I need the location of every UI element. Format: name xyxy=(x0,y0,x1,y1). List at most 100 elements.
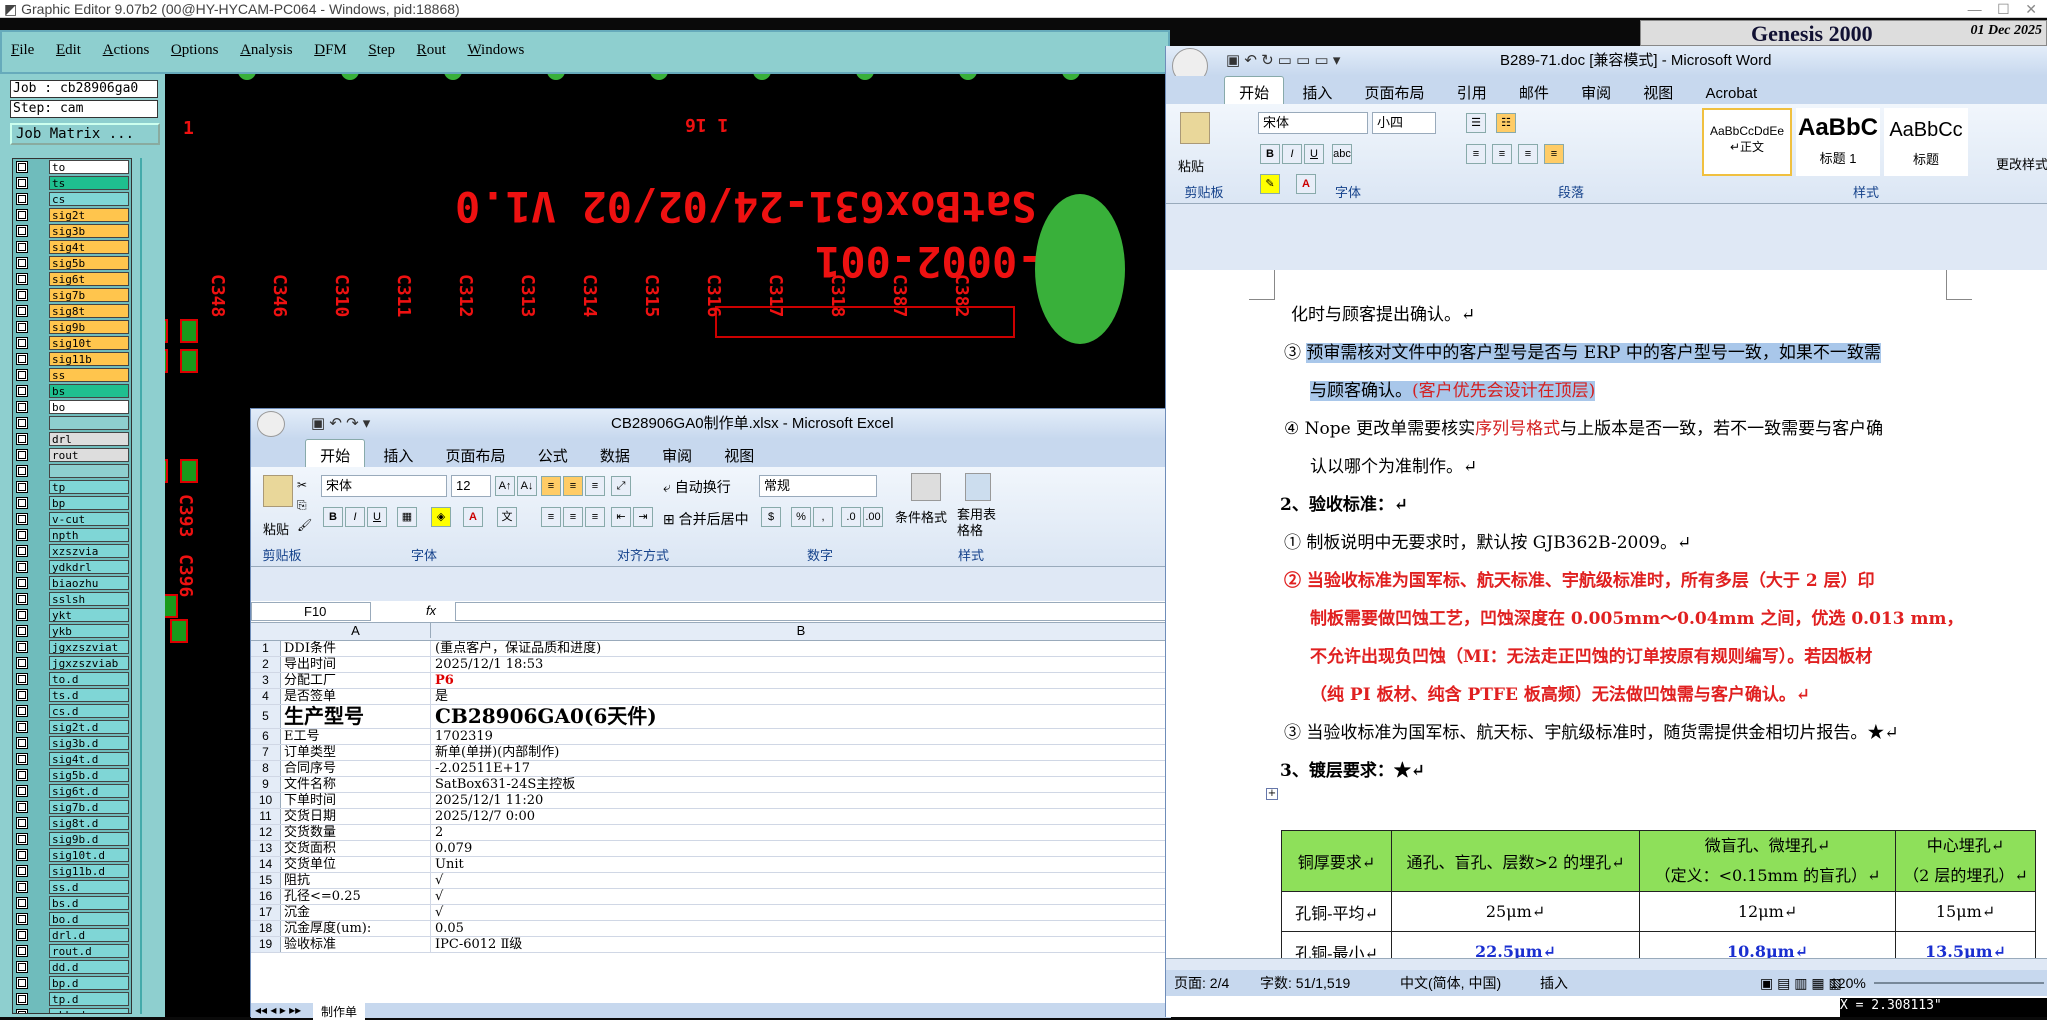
layer-row[interactable]: to xyxy=(13,159,131,175)
cell-a[interactable]: 交货单位 xyxy=(281,857,431,872)
cell-b[interactable]: √ xyxy=(431,873,1171,888)
layer-name[interactable]: ykb xyxy=(49,624,129,638)
cell-b[interactable]: Unit xyxy=(431,857,1171,872)
layer-row[interactable]: drl.d xyxy=(13,927,131,943)
table-row[interactable]: 2 导出时间 2025/12/1 18:53 xyxy=(251,657,1171,673)
cell-a[interactable]: 沉金 xyxy=(281,905,431,920)
phonetic-icon[interactable]: 文 xyxy=(497,507,517,527)
layer-row[interactable]: jgxzszviat xyxy=(13,639,131,655)
layer-checkbox[interactable] xyxy=(16,465,28,477)
layer-name[interactable]: ydkdrl xyxy=(49,560,129,574)
layer-checkbox[interactable] xyxy=(16,881,28,893)
font-color-icon[interactable]: A xyxy=(463,507,483,527)
layer-checkbox[interactable] xyxy=(16,993,28,1005)
table-move-handle[interactable]: + xyxy=(1266,788,1278,800)
layer-checkbox[interactable] xyxy=(16,961,28,973)
layer-name[interactable]: sig5b.d xyxy=(49,768,129,782)
row-number[interactable]: 3 xyxy=(251,673,281,688)
layer-name[interactable]: sig3b.d xyxy=(49,736,129,750)
number-format-select[interactable]: 常规 xyxy=(759,475,877,497)
layer-checkbox[interactable] xyxy=(16,609,28,621)
layer-name[interactable]: drl.d xyxy=(49,928,129,942)
row-number[interactable]: 4 xyxy=(251,689,281,704)
layer-row[interactable]: dd.d xyxy=(13,959,131,975)
format-table-label[interactable]: 套用表格格 xyxy=(957,507,997,539)
paste-label[interactable]: 粘贴 xyxy=(1178,156,1204,175)
merge-center-button[interactable]: ⊞ 合并后居中 xyxy=(663,509,749,529)
layer-row[interactable]: sslsh xyxy=(13,591,131,607)
quick-access-icons[interactable]: ▣ ↶ ↷ ▾ xyxy=(311,409,370,439)
layer-name[interactable]: ss xyxy=(49,368,129,382)
fill-color-icon[interactable]: ◈ xyxy=(431,507,451,527)
layer-name[interactable]: sslsh xyxy=(49,592,129,606)
font-name-select[interactable]: 宋体 xyxy=(1258,112,1368,134)
layer-name[interactable]: sig10t xyxy=(49,336,129,350)
layer-row[interactable] xyxy=(13,463,131,479)
row-number[interactable]: 11 xyxy=(251,809,281,824)
cell-a[interactable]: 阻抗 xyxy=(281,873,431,888)
layer-checkbox[interactable] xyxy=(16,625,28,637)
layer-name[interactable]: sig4t xyxy=(49,240,129,254)
table-row[interactable]: 13 交货面积 0.079 xyxy=(251,841,1171,857)
row-number[interactable]: 8 xyxy=(251,761,281,776)
layer-row[interactable]: xzszvia xyxy=(13,543,131,559)
row-number[interactable]: 5 xyxy=(251,705,281,728)
table-row[interactable]: 18 沉金厚度(um): 0.05 xyxy=(251,921,1171,937)
cell-b[interactable]: √ xyxy=(431,889,1171,904)
menu-dfm[interactable]: DFM xyxy=(305,32,356,59)
layer-checkbox[interactable] xyxy=(16,737,28,749)
layer-checkbox[interactable] xyxy=(16,577,28,589)
row-number[interactable]: 12 xyxy=(251,825,281,840)
layer-row[interactable]: rout xyxy=(13,447,131,463)
layer-name[interactable]: tp.d xyxy=(49,992,129,1006)
table-row[interactable]: 16 孔径<=0.25 √ xyxy=(251,889,1171,905)
layer-name[interactable]: ss.d xyxy=(49,880,129,894)
layer-name[interactable]: cs xyxy=(49,192,129,206)
comma-icon[interactable]: , xyxy=(813,507,833,527)
layer-checkbox[interactable] xyxy=(16,449,28,461)
layer-name[interactable]: bp xyxy=(49,496,129,510)
layer-name[interactable]: sig7b xyxy=(49,288,129,302)
menu-actions[interactable]: Actions xyxy=(94,32,159,59)
layer-name[interactable]: rout.d xyxy=(49,944,129,958)
menu-rout[interactable]: Rout xyxy=(408,32,455,59)
layer-row[interactable]: ydkdrl xyxy=(13,559,131,575)
row-number[interactable]: 10 xyxy=(251,793,281,808)
layer-name[interactable]: sig4t.d xyxy=(49,752,129,766)
table-row[interactable]: 19 验收标准 IPC-6012 Ⅱ级 xyxy=(251,937,1171,953)
layer-checkbox[interactable] xyxy=(16,337,28,349)
align-middle-icon[interactable]: ≡ xyxy=(563,476,583,496)
layer-checkbox[interactable] xyxy=(16,785,28,797)
layer-row[interactable]: rout.d xyxy=(13,943,131,959)
status-page[interactable]: 页面: 2/4 xyxy=(1174,970,1229,996)
layer-row[interactable]: sig10t xyxy=(13,335,131,351)
zoom-level[interactable]: 120% xyxy=(1830,970,1866,996)
office-button-icon[interactable] xyxy=(257,411,285,437)
table-row[interactable]: 4 是否签单是 xyxy=(251,689,1171,705)
align-center-icon[interactable]: ≡ xyxy=(563,507,583,527)
tab-acrobat[interactable]: Acrobat xyxy=(1691,80,1771,107)
layer-name[interactable]: ykt xyxy=(49,608,129,622)
table-row[interactable]: 10 下单时间 2025/12/1 11:20 xyxy=(251,793,1171,809)
layer-name[interactable]: zkk.d xyxy=(49,1008,129,1013)
cell-b[interactable]: 2025/12/7 0:00 xyxy=(431,809,1171,824)
menu-file[interactable]: File xyxy=(2,32,43,59)
layer-name[interactable]: sig6t.d xyxy=(49,784,129,798)
layer-row[interactable]: zkk.d xyxy=(13,1007,131,1013)
layer-row[interactable]: sig8t.d xyxy=(13,815,131,831)
bold-icon[interactable]: B xyxy=(1260,144,1280,164)
layer-checkbox[interactable] xyxy=(16,193,28,205)
layer-checkbox[interactable] xyxy=(16,561,28,573)
layer-name[interactable]: v-cut xyxy=(49,512,129,526)
cell-b[interactable]: 0.079 xyxy=(431,841,1171,856)
italic-icon[interactable]: I xyxy=(345,507,365,527)
style-heading1[interactable]: AaBbC 标题 1 xyxy=(1796,108,1880,176)
layer-row[interactable]: ykt xyxy=(13,607,131,623)
layer-checkbox[interactable] xyxy=(16,913,28,925)
layer-name[interactable]: npth xyxy=(49,528,129,542)
cell-a[interactable]: 交货日期 xyxy=(281,809,431,824)
layer-name[interactable]: jgxzszviab xyxy=(49,656,129,670)
layer-row[interactable]: sig5b xyxy=(13,255,131,271)
cell-a[interactable]: 合同序号 xyxy=(281,761,431,776)
layer-checkbox[interactable] xyxy=(16,641,28,653)
